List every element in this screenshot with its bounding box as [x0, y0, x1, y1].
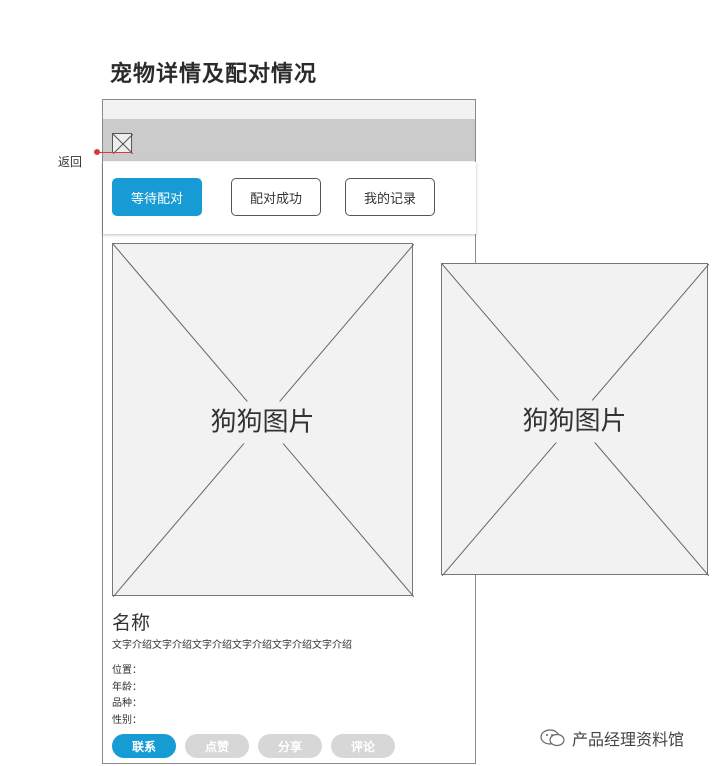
tab-my-records[interactable]: 我的记录 — [345, 178, 435, 216]
share-button[interactable]: 分享 — [258, 734, 322, 758]
annotation-line — [97, 152, 131, 153]
watermark: 产品经理资料馆 — [540, 726, 684, 750]
pet-name: 名称 — [112, 612, 151, 634]
tab-match-success[interactable]: 配对成功 — [231, 178, 321, 216]
dog-image-main-label: 狗狗图片 — [208, 401, 317, 443]
comment-button[interactable]: 评论 — [331, 734, 395, 758]
pet-field-breed: 品种： — [112, 698, 142, 709]
pet-field-location: 位置： — [112, 665, 142, 676]
nav-bar — [103, 119, 475, 161]
pet-field-gender: 性别： — [112, 715, 142, 726]
annotation-back-label: 返回 — [58, 155, 83, 169]
back-icon[interactable] — [112, 133, 133, 154]
dog-image-main: 狗狗图片 — [112, 243, 414, 597]
dog-image-side-label: 狗狗图片 — [520, 400, 629, 443]
page-title: 宠物详情及配对情况 — [110, 62, 318, 87]
pet-intro: 文字介绍文字介绍文字介绍文字介绍文字介绍文字介绍 — [112, 640, 352, 651]
tab-waiting-match[interactable]: 等待配对 — [112, 178, 202, 216]
wechat-icon — [540, 729, 566, 747]
watermark-text: 产品经理资料馆 — [572, 730, 685, 749]
tab-panel: 等待配对 配对成功 我的记录 — [103, 162, 476, 234]
contact-button[interactable]: 联系 — [112, 734, 176, 758]
dog-image-side: 狗狗图片 — [441, 263, 709, 576]
status-bar — [103, 100, 475, 120]
like-button[interactable]: 点赞 — [185, 734, 249, 758]
pet-field-age: 年龄： — [112, 682, 142, 693]
